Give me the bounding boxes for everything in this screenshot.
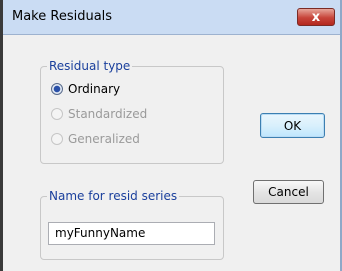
window-title: Make Residuals: [12, 9, 113, 24]
radio-standardized-label: Standardized: [68, 107, 148, 121]
residual-type-group: Residual type Ordinary Standardized Gene…: [40, 59, 224, 164]
close-icon: x: [311, 9, 321, 25]
ok-button[interactable]: OK: [260, 113, 325, 138]
title-bar[interactable]: Make Residuals x: [3, 0, 340, 35]
name-group: Name for resid series myFunnyName: [40, 189, 224, 260]
make-residuals-dialog: Make Residuals x Residual type Ordinary …: [0, 0, 342, 271]
name-group-legend: Name for resid series: [47, 189, 180, 203]
radio-generalized[interactable]: Generalized: [51, 130, 140, 148]
radio-generalized-label: Generalized: [68, 132, 140, 146]
radio-unchecked-icon: [51, 108, 63, 120]
radio-ordinary[interactable]: Ordinary: [51, 80, 120, 98]
radio-unchecked-icon: [51, 133, 63, 145]
radio-checked-icon: [51, 83, 63, 95]
close-button[interactable]: x: [297, 8, 335, 26]
radio-standardized[interactable]: Standardized: [51, 105, 147, 123]
radio-ordinary-label: Ordinary: [68, 82, 121, 96]
cancel-button[interactable]: Cancel: [253, 180, 324, 204]
residual-type-legend: Residual type: [47, 59, 133, 73]
resid-series-name-input[interactable]: myFunnyName: [48, 222, 215, 245]
